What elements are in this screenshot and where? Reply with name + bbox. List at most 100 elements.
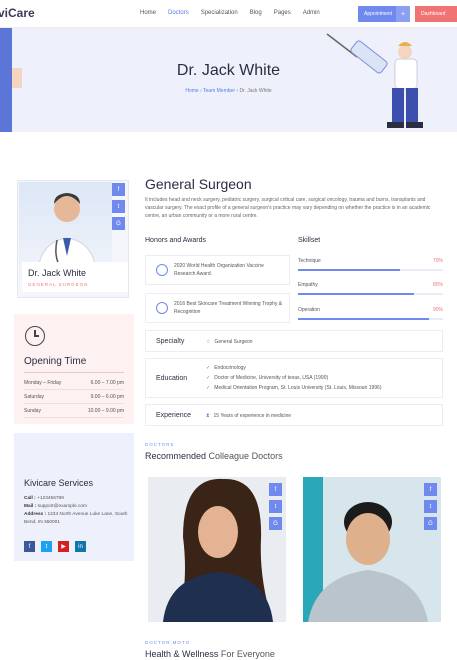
page-banner — [0, 28, 457, 132]
call-label: Call : — [24, 496, 36, 501]
facebook-icon[interactable]: f — [24, 541, 35, 552]
facebook-icon[interactable]: f — [424, 483, 437, 496]
nav-doctors[interactable]: Doctors — [168, 10, 189, 16]
appointment-button[interactable]: Appointment + — [358, 6, 410, 22]
specialty-label: Specialty — [156, 338, 185, 345]
skill-track — [298, 269, 443, 271]
female-doctor-photo — [148, 477, 286, 622]
skillset-title: Skillset — [298, 237, 321, 244]
facebook-icon[interactable]: f — [112, 183, 125, 196]
award-text: 2020 World Health Organization Vaccine R… — [174, 263, 264, 277]
dashboard-label: Dashboard — [421, 11, 446, 17]
experience-row: Experience ⧗ 15 Years of experience in me… — [145, 404, 443, 426]
mail-label: Mail : — [24, 504, 37, 509]
heading-strong: Recommended — [145, 451, 207, 461]
specialty-row: Specialty ☆ General Surgeon — [145, 330, 443, 352]
breadcrumb-current: Dr. Jack White — [239, 88, 272, 94]
hourglass-icon: ⧗ — [206, 413, 210, 419]
email-address[interactable]: support@example.com — [38, 504, 87, 509]
twitter-icon[interactable]: t — [41, 541, 52, 552]
skill-technique: Technique 70% — [298, 258, 443, 271]
top-navbar: viCare Home Doctors Specialization Blog … — [0, 0, 457, 28]
skill-name: Technique — [298, 258, 321, 264]
education-text: Endocrinology — [214, 365, 246, 371]
opening-hours-list: Monday – Friday 6.00 – 7.00 pm Saturday … — [24, 376, 124, 418]
skill-empathy: Empathy 80% — [298, 282, 443, 295]
recommended-heading: Recommended Colleague Doctors — [145, 451, 283, 461]
breadcrumb-home[interactable]: Home — [185, 88, 198, 94]
motto-eyebrow: DOCTOR MOTO — [145, 640, 191, 645]
education-item: ✓ Medical Orientation Program, St. Louis … — [206, 383, 382, 393]
google-icon[interactable]: G — [424, 517, 437, 530]
appointment-label: Appointment — [364, 11, 393, 17]
colleague-card[interactable]: f t G — [148, 477, 286, 622]
site-logo[interactable]: viCare — [0, 6, 35, 20]
nav-pages[interactable]: Pages — [274, 10, 291, 16]
motto-heading: Health & Wellness For Everyone — [145, 649, 275, 659]
google-icon[interactable]: G — [269, 517, 282, 530]
twitter-icon[interactable]: t — [424, 500, 437, 513]
hours-row: Monday – Friday 6.00 – 7.00 pm — [24, 376, 124, 390]
clock-icon — [25, 326, 45, 346]
heading-light: Surgeon — [194, 176, 252, 192]
skill-name: Empathy — [298, 282, 318, 288]
education-label: Education — [156, 375, 188, 382]
skill-track — [298, 318, 443, 320]
nav-specialization[interactable]: Specialization — [201, 10, 238, 16]
skill-fill — [298, 269, 400, 271]
specialty-value: ☆ General Surgeon — [206, 339, 253, 345]
specialty-heading: General Surgeon — [145, 176, 252, 192]
nav-home[interactable]: Home — [140, 10, 156, 16]
skill-track — [298, 293, 443, 295]
main-menu: Home Doctors Specialization Blog Pages A… — [140, 10, 320, 16]
youtube-icon[interactable]: ▶ — [58, 541, 69, 552]
hours-day: Monday – Friday — [24, 379, 62, 386]
skill-percent: 80% — [432, 282, 443, 288]
education-list: ✓ Endocrinology ✓ Doctor of Medicine, Univ… — [206, 363, 382, 393]
education-text: Medical Orientation Program, St. Louis U… — [214, 385, 382, 391]
colleague-card[interactable]: f t G — [303, 477, 441, 622]
services-title: Kivicare Services — [24, 478, 94, 488]
skill-fill — [298, 318, 429, 320]
award-icon — [156, 264, 168, 276]
hours-time: 6.00 – 7.00 pm — [90, 379, 124, 386]
dashboard-button[interactable]: Dashboard — [415, 6, 457, 22]
heading-strong: Health & Wellness — [145, 649, 219, 659]
male-doctor-photo — [303, 477, 441, 622]
experience-label: Experience — [156, 412, 192, 419]
facebook-icon[interactable]: f — [269, 483, 282, 496]
heading-light: For Everyone — [218, 649, 275, 659]
intro-paragraph: It includes head and neck surgery, pedia… — [145, 197, 431, 219]
doctor-name: Dr. Jack White — [28, 268, 87, 278]
page-title: Dr. Jack White — [176, 62, 281, 79]
education-text: Doctor of Medicine, University of texas,… — [214, 375, 329, 381]
nav-admin[interactable]: Admin — [303, 10, 320, 16]
breadcrumb-team[interactable]: Team Member — [203, 88, 235, 94]
nav-blog[interactable]: Blog — [250, 10, 262, 16]
colleague-social-links: f t G — [424, 483, 437, 530]
linkedin-icon[interactable]: in — [75, 541, 86, 552]
hours-day: Sunday — [24, 407, 41, 414]
hours-row: Sunday 10.00 – 9.00 pm — [24, 404, 124, 418]
services-social-links: f t ▶ in — [24, 541, 86, 552]
twitter-icon[interactable]: t — [112, 200, 125, 213]
recommended-eyebrow: DOCTORS — [145, 442, 175, 447]
check-icon: ✓ — [206, 365, 211, 371]
opening-title: Opening Time — [24, 356, 87, 367]
doctor-illustration-left — [0, 28, 22, 132]
services-widget: Kivicare Services Call : +123456789 Mail… — [14, 433, 134, 561]
hours-row: Saturday 9.00 – 6.00 pm — [24, 390, 124, 404]
divider — [24, 372, 124, 373]
google-icon[interactable]: G — [112, 217, 125, 230]
heading-light: Colleague Doctors — [206, 451, 283, 461]
hours-time: 9.00 – 6.00 pm — [90, 393, 124, 400]
doctor-social-links: f t G — [112, 183, 125, 230]
twitter-icon[interactable]: t — [269, 500, 282, 513]
education-item: ✓ Endocrinology — [206, 363, 382, 373]
phone-number[interactable]: +123456789 — [37, 496, 64, 501]
award-item: 2016 Best Skincare Treatment Winning Tro… — [145, 293, 290, 323]
skill-name: Operation — [298, 307, 320, 313]
doctor-role: GENERAL SURGEON — [28, 282, 89, 287]
star-icon: ☆ — [206, 339, 211, 345]
award-icon — [156, 302, 168, 314]
